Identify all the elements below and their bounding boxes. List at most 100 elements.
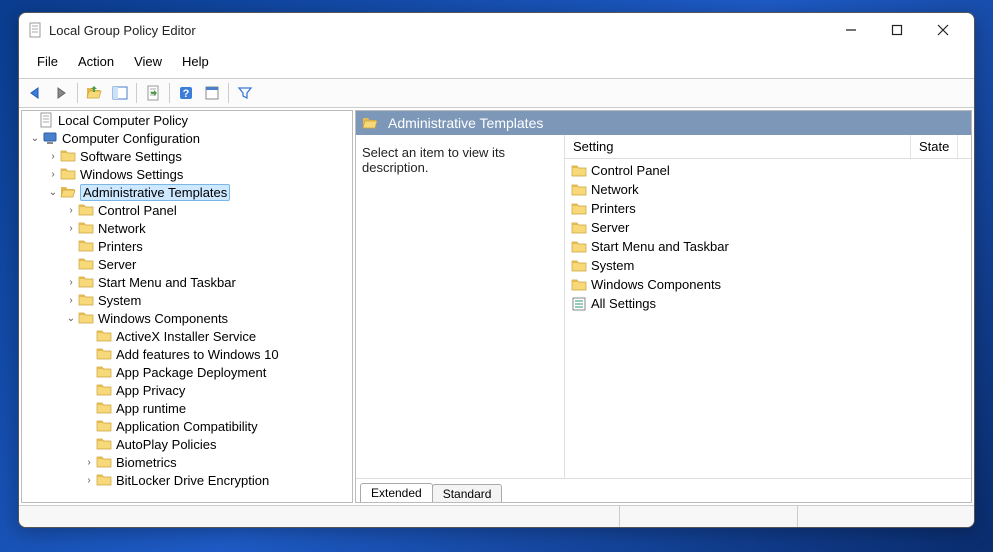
folder-icon (96, 418, 112, 434)
tree-wc-child[interactable]: Add features to Windows 10 (22, 345, 352, 363)
settings-list[interactable]: Setting State Control Panel Network Printe… (564, 135, 971, 478)
statusbar (19, 505, 974, 527)
chevron-right-icon[interactable]: › (46, 151, 60, 162)
menu-help[interactable]: Help (172, 51, 219, 72)
folder-icon (96, 472, 112, 488)
detail-tabs: Extended Standard (356, 478, 971, 502)
folder-icon (571, 220, 587, 236)
tree-admin-templates[interactable]: ⌄ Administrative Templates (22, 183, 352, 201)
chevron-right-icon[interactable]: › (64, 205, 78, 216)
list-item[interactable]: Start Menu and Taskbar (565, 237, 971, 256)
tree-wc-child[interactable]: App Package Deployment (22, 363, 352, 381)
chevron-right-icon[interactable]: › (64, 295, 78, 306)
menu-action[interactable]: Action (68, 51, 124, 72)
folder-icon (60, 148, 76, 164)
tab-standard[interactable]: Standard (432, 484, 503, 503)
list-item-label: Control Panel (591, 163, 670, 178)
tree-root-label: Local Computer Policy (58, 113, 188, 128)
folder-icon (96, 346, 112, 362)
chevron-right-icon[interactable]: › (46, 169, 60, 180)
folder-icon (78, 202, 94, 218)
chevron-right-icon[interactable]: › (82, 457, 96, 468)
tree-wc-child-label: AutoPlay Policies (116, 437, 216, 452)
tree-start-menu-taskbar[interactable]: › Start Menu and Taskbar (22, 273, 352, 291)
list-item-label: Network (591, 182, 639, 197)
tree-wc-child[interactable]: AutoPlay Policies (22, 435, 352, 453)
tree-wc-child[interactable]: Application Compatibility (22, 417, 352, 435)
tree-network[interactable]: › Network (22, 219, 352, 237)
tab-extended[interactable]: Extended (360, 483, 433, 503)
column-state[interactable]: State (911, 135, 958, 158)
folder-icon (96, 454, 112, 470)
tree-windows-components[interactable]: ⌄ Windows Components (22, 309, 352, 327)
list-item[interactable]: Printers (565, 199, 971, 218)
folder-icon (60, 166, 76, 182)
folder-icon (96, 400, 112, 416)
menu-file[interactable]: File (27, 51, 68, 72)
app-icon (27, 22, 43, 38)
tree-control-panel[interactable]: › Control Panel (22, 201, 352, 219)
chevron-right-icon[interactable]: › (64, 277, 78, 288)
tree-printers[interactable]: Printers (22, 237, 352, 255)
tree-root[interactable]: Local Computer Policy (22, 111, 352, 129)
folder-open-icon (60, 184, 76, 200)
properties-button[interactable] (200, 81, 224, 105)
minimize-button[interactable] (828, 15, 874, 45)
list-item[interactable]: Server (565, 218, 971, 237)
back-button[interactable] (23, 81, 47, 105)
folder-icon (78, 292, 94, 308)
tree-software-settings[interactable]: › Software Settings (22, 147, 352, 165)
tree-wc-child[interactable]: › Biometrics (22, 453, 352, 471)
list-item[interactable]: Network (565, 180, 971, 199)
list-item[interactable]: System (565, 256, 971, 275)
tree-wc-child[interactable]: ActiveX Installer Service (22, 327, 352, 345)
list-item-label: Server (591, 220, 629, 235)
filter-button[interactable] (233, 81, 257, 105)
folder-icon (96, 436, 112, 452)
detail-header-title: Administrative Templates (388, 115, 543, 131)
tree-wc-child[interactable]: App Privacy (22, 381, 352, 399)
tree-wc-child-label: App Privacy (116, 383, 185, 398)
tree-wc-child-label: Biometrics (116, 455, 177, 470)
folder-icon (571, 163, 587, 179)
settings-icon (571, 296, 587, 312)
chevron-right-icon[interactable]: › (82, 475, 96, 486)
tree-wc-child-label: App runtime (116, 401, 186, 416)
forward-button[interactable] (49, 81, 73, 105)
list-item-label: All Settings (591, 296, 656, 311)
tree-wc-child[interactable]: ›BitLocker Drive Encryption (22, 471, 352, 489)
list-item[interactable]: Control Panel (565, 161, 971, 180)
chevron-right-icon[interactable]: › (64, 223, 78, 234)
tree-pane[interactable]: Local Computer Policy ⌄ Computer Configu… (21, 110, 353, 503)
tree-system[interactable]: › System (22, 291, 352, 309)
chevron-down-icon[interactable]: ⌄ (64, 313, 78, 324)
folder-icon (571, 258, 587, 274)
window-title: Local Group Policy Editor (49, 23, 828, 38)
tree-wc-child[interactable]: App runtime (22, 399, 352, 417)
folder-icon (96, 328, 112, 344)
tree-server[interactable]: Server (22, 255, 352, 273)
folder-icon (571, 239, 587, 255)
chevron-down-icon[interactable]: ⌄ (46, 187, 60, 198)
show-hide-tree-button[interactable] (108, 81, 132, 105)
export-button[interactable] (141, 81, 165, 105)
tree-windows-settings[interactable]: › Windows Settings (22, 165, 352, 183)
help-button[interactable]: ? (174, 81, 198, 105)
computer-icon (42, 130, 58, 146)
up-button[interactable] (82, 81, 106, 105)
menu-view[interactable]: View (124, 51, 172, 72)
toolbar: ? (19, 79, 974, 108)
close-button[interactable] (920, 15, 966, 45)
folder-icon (78, 238, 94, 254)
tree-wc-child-label: ActiveX Installer Service (116, 329, 256, 344)
tree-computer-config[interactable]: ⌄ Computer Configuration (22, 129, 352, 147)
list-item[interactable]: All Settings (565, 294, 971, 313)
chevron-down-icon[interactable]: ⌄ (28, 133, 42, 144)
maximize-button[interactable] (874, 15, 920, 45)
tree-wc-child-label: Add features to Windows 10 (116, 347, 279, 362)
list-item[interactable]: Windows Components (565, 275, 971, 294)
column-setting[interactable]: Setting (565, 135, 911, 158)
folder-icon (571, 201, 587, 217)
titlebar: Local Group Policy Editor (19, 13, 974, 47)
folder-icon (96, 382, 112, 398)
